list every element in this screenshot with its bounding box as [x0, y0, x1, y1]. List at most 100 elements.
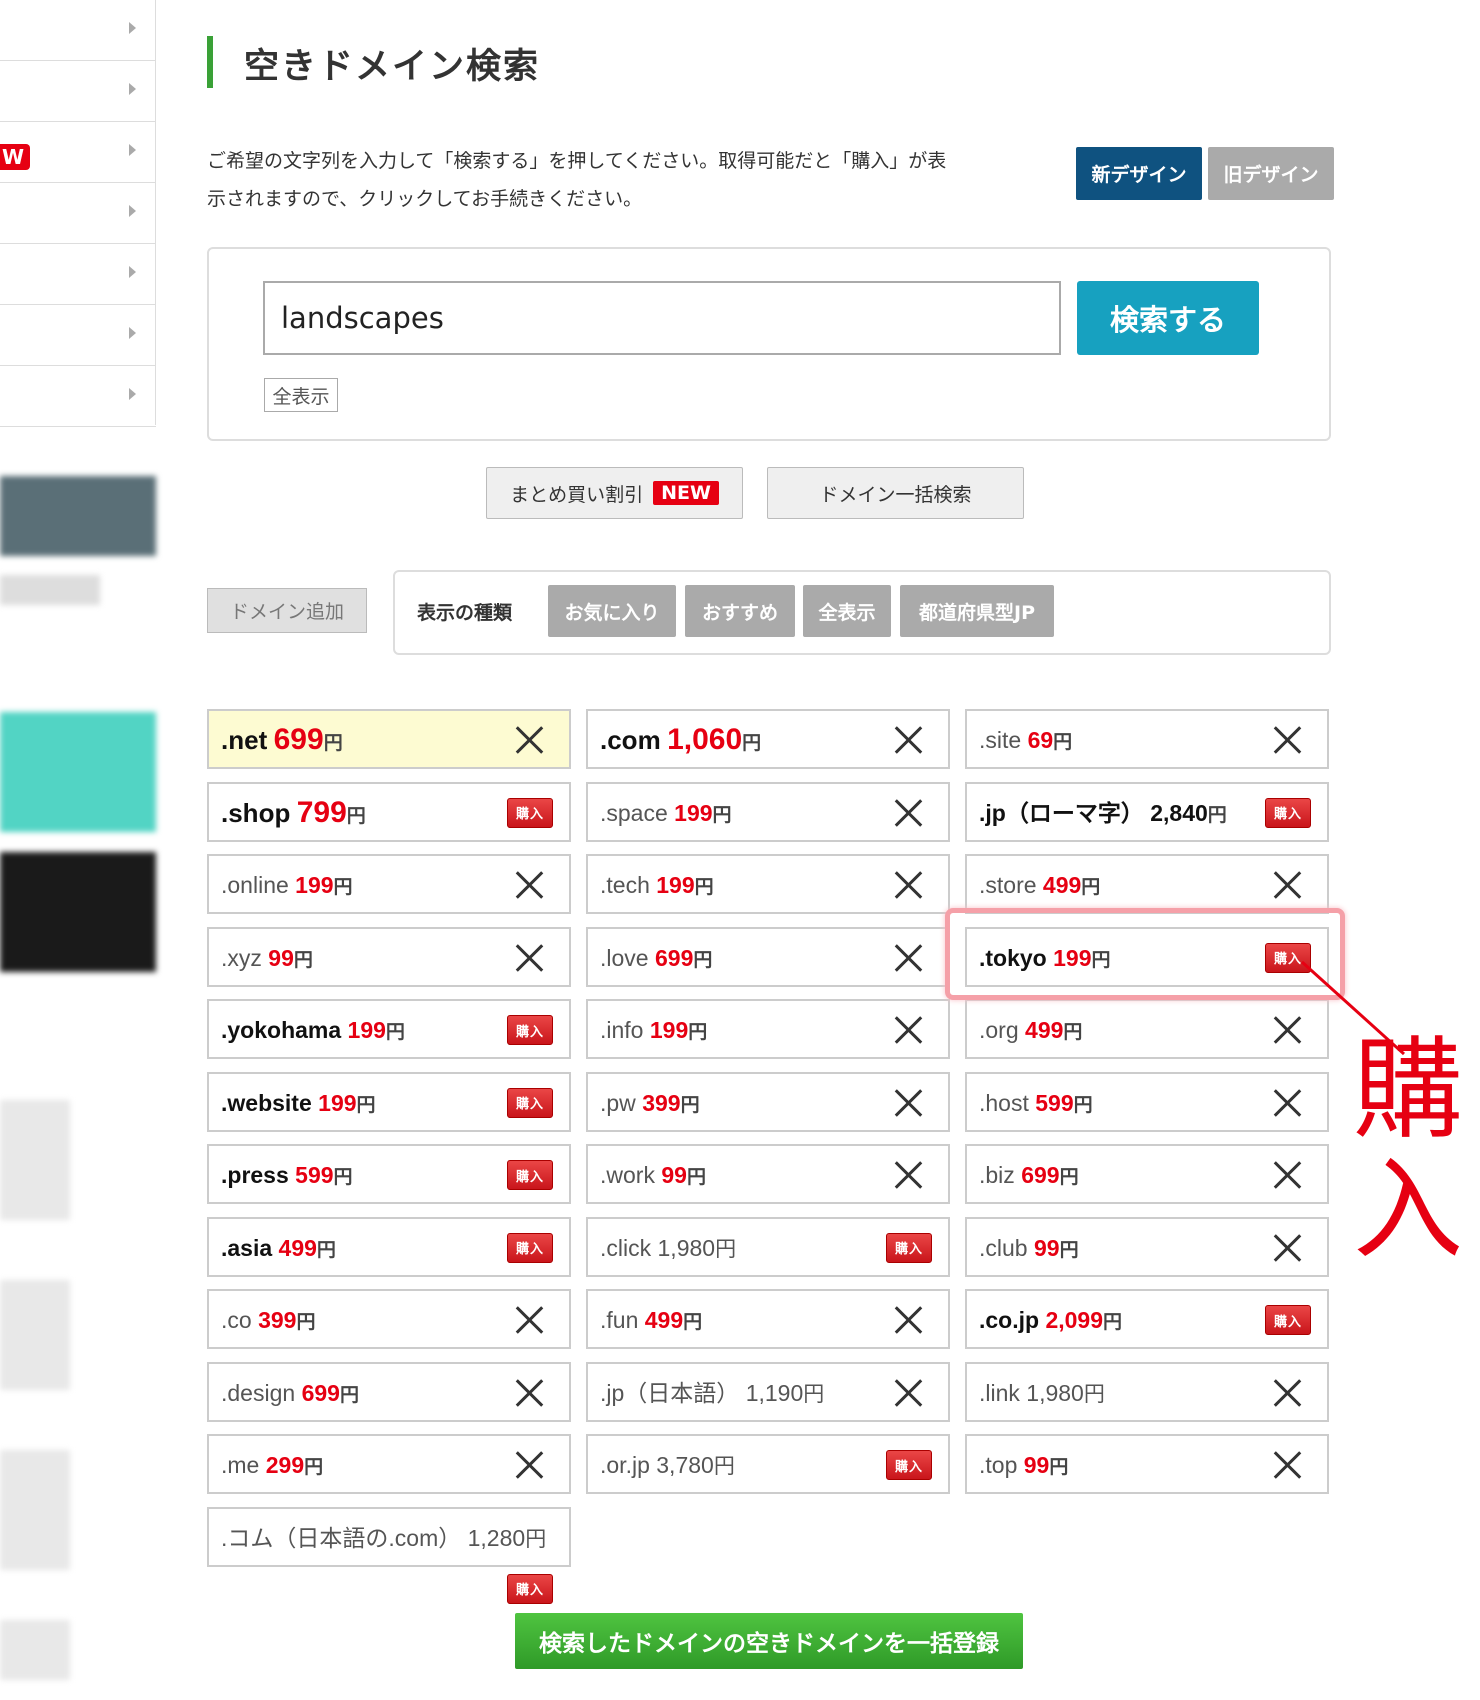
domain-result-.online: .online 199円 [207, 854, 571, 914]
domain-price: 599 [1035, 1089, 1074, 1116]
domain-result-.or.jp: .or.jp 3,780円 購入 [586, 1434, 950, 1494]
unavailable-x-icon [892, 941, 924, 973]
buy-button[interactable]: 購入 [507, 1160, 553, 1190]
domain-result-.biz: .biz 699円 [965, 1144, 1329, 1204]
new-design-button[interactable]: 新デザイン [1076, 147, 1202, 200]
filter-prefecture-jp[interactable]: 都道府県型JP [900, 585, 1054, 637]
domain-result-.co: .co 399円 [207, 1289, 571, 1349]
domain-result-.net: .net 699円 [207, 709, 571, 769]
domain-result-.press: .press 599円 購入 [207, 1144, 571, 1204]
filter-all[interactable]: 全表示 [803, 585, 891, 637]
unavailable-x-icon [1271, 868, 1303, 900]
domain-name: .fun [600, 1307, 639, 1333]
annotation-arrow [1300, 960, 1406, 1056]
domain-name: .or.jp [600, 1452, 650, 1478]
sidebar-item[interactable] [0, 0, 156, 61]
new-badge: W [0, 144, 31, 170]
domain-result-.work: .work 99円 [586, 1144, 950, 1204]
domain-price: 699 [1021, 1162, 1060, 1188]
buy-button[interactable]: 購入 [507, 1015, 553, 1045]
domain-result-.store: .store 499円 [965, 854, 1329, 914]
domain-price: 299 [265, 1452, 305, 1478]
domain-label: .work 99円 [600, 1146, 706, 1207]
domain-label: .shop 799円 [221, 784, 366, 846]
buy-button[interactable]: 購入 [507, 1573, 553, 1604]
yen-unit: 円 [680, 1094, 700, 1116]
buy-button[interactable]: 購入 [507, 1087, 553, 1118]
domain-name: .online [221, 872, 289, 898]
domain-name: .link [979, 1379, 1020, 1406]
buy-button[interactable]: 購入 [507, 1232, 553, 1263]
domain-label: .site 69円 [979, 711, 1072, 772]
domain-name: .me [221, 1452, 260, 1478]
domain-price: 699 [301, 1379, 340, 1406]
blurred-text [0, 1280, 70, 1390]
bulk-search-button[interactable]: ドメイン一括検索 [767, 467, 1024, 519]
domain-price: 599 [295, 1162, 334, 1188]
old-design-button[interactable]: 旧デザイン [1208, 147, 1334, 200]
buy-button[interactable]: 購入 [1265, 797, 1311, 828]
domain-price: 799 [296, 795, 347, 829]
new-tag: NEW [653, 481, 719, 505]
filter-favorites[interactable]: お気に入り [548, 585, 676, 637]
domain-price: 199 [347, 1017, 386, 1043]
unavailable-x-icon [892, 868, 924, 900]
domain-name: .pw [600, 1089, 636, 1116]
sidebar-item[interactable] [0, 366, 156, 427]
domain-label: .pw 399円 [600, 1074, 700, 1135]
sidebar-item[interactable] [0, 61, 156, 122]
domain-result-.site: .site 69円 [965, 709, 1329, 769]
buy-button[interactable]: 購入 [1265, 1305, 1311, 1335]
yen-unit: 円 [385, 1022, 405, 1043]
bulk-register-button[interactable]: 検索したドメインの空きドメインを一括登録 [515, 1613, 1023, 1669]
domain-name: .design [221, 1379, 296, 1406]
domain-label: .org 499円 [979, 1001, 1082, 1062]
domain-label: .link 1,980円 [979, 1364, 1105, 1424]
domain-name: .co [221, 1307, 252, 1333]
arrow-right-icon [129, 22, 136, 34]
yen-unit: 円 [323, 733, 343, 754]
yen-unit: 円 [316, 1239, 336, 1261]
domain-result-.website: .website 199円 購入 [207, 1071, 571, 1132]
page-title: 空きドメイン検索 [244, 47, 541, 87]
domain-price: 199 [295, 872, 334, 898]
show-all-button[interactable]: 全表示 [264, 378, 338, 412]
unavailable-x-icon [513, 723, 545, 755]
search-input[interactable]: landscapes [263, 281, 1061, 355]
intro-line: 示されますので、クリックしてお手続きください。 [207, 188, 643, 210]
unavailable-x-icon [513, 868, 545, 900]
unavailable-x-icon [892, 1158, 924, 1190]
domain-label: .xyz 99円 [221, 929, 313, 990]
yen-unit: 円 [1083, 1382, 1105, 1406]
sidebar-item[interactable] [0, 244, 156, 305]
domain-name: .tech [600, 872, 650, 898]
banner-image[interactable] [0, 712, 156, 832]
add-domain-button[interactable]: ドメイン追加 [207, 588, 367, 633]
domain-result-.jp（日本語）: .jp（日本語） 1,190円 [586, 1361, 950, 1422]
domain-result-.shop: .shop 799円 購入 [207, 781, 571, 842]
domain-price: 499 [278, 1234, 317, 1261]
banner-image[interactable] [0, 476, 156, 556]
buy-button[interactable]: 購入 [886, 1450, 932, 1480]
unavailable-x-icon [513, 1448, 545, 1480]
sidebar-item[interactable] [0, 183, 156, 244]
banner-image[interactable] [0, 852, 156, 972]
sidebar-item[interactable] [0, 305, 156, 366]
domain-name: .jp（ローマ字） [979, 799, 1144, 826]
domain-label: .asia 499円 [221, 1219, 336, 1280]
yen-unit: 円 [1053, 732, 1073, 753]
domain-result-.xyz: .xyz 99円 [207, 926, 571, 990]
domain-result-.club: .club 99円 [965, 1216, 1329, 1277]
search-button[interactable]: 検索する [1077, 281, 1259, 355]
title-accent-bar [207, 36, 213, 88]
buy-button[interactable]: 購入 [507, 797, 553, 828]
filter-recommended[interactable]: おすすめ [685, 585, 795, 637]
domain-price: 99 [661, 1162, 687, 1188]
bulk-discount-button[interactable]: まとめ買い割引 NEW [486, 467, 743, 519]
domain-price: 69 [1027, 727, 1054, 753]
buy-button[interactable]: 購入 [886, 1232, 932, 1263]
arrow-right-icon [129, 205, 136, 217]
display-type-label: 表示の種類 [417, 602, 513, 624]
arrow-right-icon [129, 83, 136, 95]
blurred-text [0, 575, 100, 605]
